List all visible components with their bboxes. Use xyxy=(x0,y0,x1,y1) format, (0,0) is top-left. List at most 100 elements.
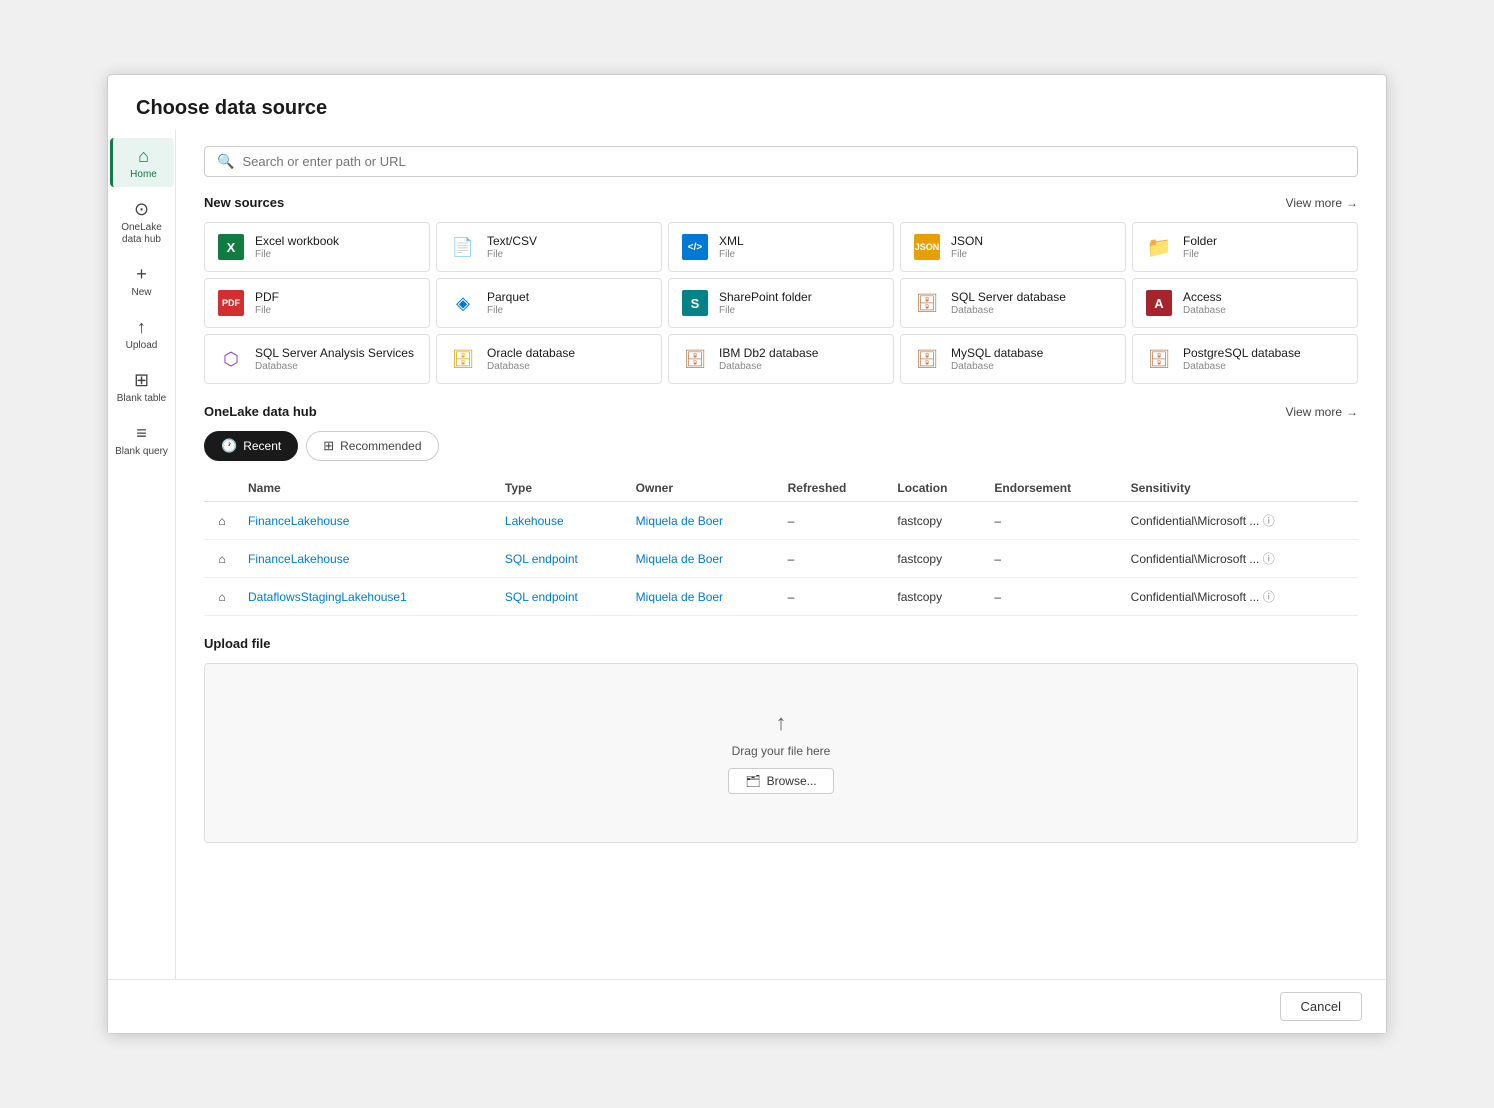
upload-title: Upload file xyxy=(204,636,270,651)
source-card-text-csv[interactable]: 📄 Text/CSV File xyxy=(436,222,662,272)
source-name-oracle: Oracle database xyxy=(487,346,575,362)
source-type-sql-server: Database xyxy=(951,305,1066,316)
cancel-button[interactable]: Cancel xyxy=(1280,992,1362,1021)
row-owner: Miquela de Boer xyxy=(628,502,780,540)
source-type-access: Database xyxy=(1183,305,1226,316)
row-type: SQL endpoint xyxy=(497,540,628,578)
upload-arrow-icon: ↑ xyxy=(776,712,787,734)
source-name-sql-server: SQL Server database xyxy=(951,290,1066,306)
col-location: Location xyxy=(889,475,986,502)
source-icon-pdf: PDF xyxy=(217,289,245,317)
col-refreshed: Refreshed xyxy=(780,475,890,502)
info-icon[interactable]: ⓘ xyxy=(1263,514,1275,528)
upload-zone[interactable]: ↑ Drag your file here 🗂 Browse... xyxy=(204,663,1358,843)
source-info-json: JSON File xyxy=(951,234,983,261)
sidebar-item-onelake-data-hub[interactable]: ⊙ OneLake data hub xyxy=(110,191,174,252)
row-name[interactable]: DataflowsStagingLakehouse1 xyxy=(240,578,497,616)
row-name[interactable]: FinanceLakehouse xyxy=(240,502,497,540)
row-endorsement: – xyxy=(986,540,1122,578)
tab-recent[interactable]: 🕐Recent xyxy=(204,431,298,461)
row-sensitivity: Confidential\Microsoft ... ⓘ xyxy=(1123,540,1358,578)
info-icon[interactable]: ⓘ xyxy=(1263,552,1275,566)
onelake-tab-group: 🕐Recent ⊞ Recommended xyxy=(204,431,1358,461)
source-icon-sharepoint: S xyxy=(681,289,709,317)
onelake-section: OneLake data hub View more → 🕐Recent ⊞ Rec… xyxy=(204,404,1358,616)
source-icon-text-csv: 📄 xyxy=(449,233,477,261)
source-icon-ibm: 🗄 xyxy=(681,345,709,373)
source-info-sharepoint: SharePoint folder File xyxy=(719,290,812,317)
source-card-pdf[interactable]: PDF PDF File xyxy=(204,278,430,328)
row-refreshed: – xyxy=(780,578,890,616)
source-type-folder: File xyxy=(1183,249,1217,260)
source-name-folder: Folder xyxy=(1183,234,1217,250)
row-name[interactable]: FinanceLakehouse xyxy=(240,540,497,578)
source-card-sql-server[interactable]: 🗄 SQL Server database Database xyxy=(900,278,1126,328)
source-card-access[interactable]: A Access Database xyxy=(1132,278,1358,328)
source-card-mysql[interactable]: 🗄 MySQL database Database xyxy=(900,334,1126,384)
sidebar: ⌂ Home ⊙ OneLake data hub + New ↑ Upload… xyxy=(108,130,176,979)
search-icon: 🔍 xyxy=(217,153,234,170)
source-type-oracle: Database xyxy=(487,361,575,372)
table-body: ⌂ FinanceLakehouse Lakehouse Miquela de … xyxy=(204,502,1358,616)
source-card-sharepoint[interactable]: S SharePoint folder File xyxy=(668,278,894,328)
source-info-mysql: MySQL database Database xyxy=(951,346,1043,373)
source-card-ibm[interactable]: 🗄 IBM Db2 database Database xyxy=(668,334,894,384)
col-endorsement: Endorsement xyxy=(986,475,1122,502)
source-info-ssas: SQL Server Analysis Services Database xyxy=(255,346,414,373)
source-grid: X Excel workbook File 📄 Text/CSV File </… xyxy=(204,222,1358,384)
source-card-ssas[interactable]: ⬡ SQL Server Analysis Services Database xyxy=(204,334,430,384)
source-card-json[interactable]: JSON JSON File xyxy=(900,222,1126,272)
sidebar-item-home[interactable]: ⌂ Home xyxy=(110,138,174,187)
info-icon[interactable]: ⓘ xyxy=(1263,590,1275,604)
dialog-body: ⌂ Home ⊙ OneLake data hub + New ↑ Upload… xyxy=(108,130,1386,979)
search-input[interactable] xyxy=(242,154,1345,169)
source-type-ssas: Database xyxy=(255,361,414,372)
source-type-pdf: File xyxy=(255,305,279,316)
source-card-xml[interactable]: </> XML File xyxy=(668,222,894,272)
dialog-header: Choose data source xyxy=(108,75,1386,130)
sidebar-item-blank-table[interactable]: ⊞ Blank table xyxy=(110,362,174,411)
source-icon-sql-server: 🗄 xyxy=(913,289,941,317)
tab-label-recommended: Recommended xyxy=(340,439,421,453)
row-refreshed: – xyxy=(780,540,890,578)
new-sources-title: New sources xyxy=(204,195,284,210)
sidebar-item-upload[interactable]: ↑ Upload xyxy=(110,309,174,358)
new-sources-view-more[interactable]: View more → xyxy=(1286,196,1358,210)
upload-section: Upload file ↑ Drag your file here 🗂 Brow… xyxy=(204,636,1358,843)
source-info-xml: XML File xyxy=(719,234,744,261)
source-icon-excel: X xyxy=(217,233,245,261)
sidebar-item-new[interactable]: + New xyxy=(110,256,174,305)
source-card-postgresql[interactable]: 🗄 PostgreSQL database Database xyxy=(1132,334,1358,384)
row-location: fastcopy xyxy=(889,578,986,616)
table-row[interactable]: ⌂ DataflowsStagingLakehouse1 SQL endpoin… xyxy=(204,578,1358,616)
onelake-title: OneLake data hub xyxy=(204,404,317,419)
col-owner: Owner xyxy=(628,475,780,502)
source-type-postgresql: Database xyxy=(1183,361,1301,372)
table-row[interactable]: ⌂ FinanceLakehouse Lakehouse Miquela de … xyxy=(204,502,1358,540)
source-card-parquet[interactable]: ◈ Parquet File xyxy=(436,278,662,328)
sidebar-item-blank-query[interactable]: ≡ Blank query xyxy=(110,415,174,464)
row-owner: Miquela de Boer xyxy=(628,578,780,616)
source-type-text-csv: File xyxy=(487,249,537,260)
onelake-section-header: OneLake data hub View more → xyxy=(204,404,1358,419)
source-name-sharepoint: SharePoint folder xyxy=(719,290,812,306)
onelake-view-more[interactable]: View more → xyxy=(1286,405,1358,419)
source-name-ssas: SQL Server Analysis Services xyxy=(255,346,414,362)
browse-button[interactable]: 🗂 Browse... xyxy=(728,768,833,794)
row-location: fastcopy xyxy=(889,540,986,578)
source-type-ibm: Database xyxy=(719,361,818,372)
source-card-excel[interactable]: X Excel workbook File xyxy=(204,222,430,272)
row-location: fastcopy xyxy=(889,502,986,540)
row-refreshed: – xyxy=(780,502,890,540)
table-row[interactable]: ⌂ FinanceLakehouse SQL endpoint Miquela … xyxy=(204,540,1358,578)
choose-data-source-dialog: Choose data source ⌂ Home ⊙ OneLake data… xyxy=(107,74,1387,1034)
source-info-postgresql: PostgreSQL database Database xyxy=(1183,346,1301,373)
source-name-xml: XML xyxy=(719,234,744,250)
source-card-folder[interactable]: 📁 Folder File xyxy=(1132,222,1358,272)
tab-recommended[interactable]: ⊞ Recommended xyxy=(306,431,438,461)
source-name-text-csv: Text/CSV xyxy=(487,234,537,250)
source-info-excel: Excel workbook File xyxy=(255,234,339,261)
tab-icon-recommended: ⊞ xyxy=(323,438,334,454)
source-card-oracle[interactable]: 🗄 Oracle database Database xyxy=(436,334,662,384)
source-icon-xml: </> xyxy=(681,233,709,261)
